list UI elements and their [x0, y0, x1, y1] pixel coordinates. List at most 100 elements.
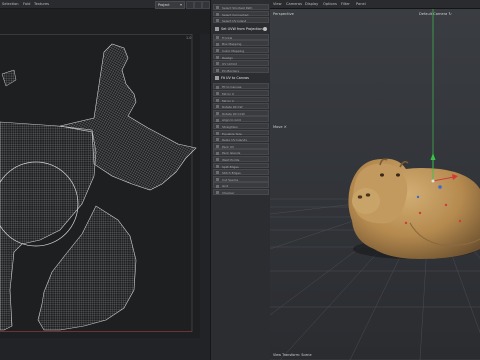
- tool-icon: [216, 164, 219, 168]
- tool-button[interactable]: Align to Grid: [213, 116, 269, 122]
- camera-selector[interactable]: Default Camera ↻: [419, 12, 452, 16]
- tool-button-label: Select UV Island: [222, 19, 247, 24]
- tool-icon: [216, 125, 219, 129]
- tool-button-label: Rotate 90 CCW: [222, 111, 245, 116]
- tool-button[interactable]: Stitch Edges: [213, 169, 269, 175]
- uv-tool-button[interactable]: [202, 1, 210, 9]
- tool-icon: [216, 62, 219, 66]
- tool-button[interactable]: Select Connected: [213, 10, 269, 17]
- uv-canvas[interactable]: 1.0: [0, 34, 200, 338]
- 3d-viewport[interactable]: [270, 9, 480, 360]
- section-icon: [215, 76, 219, 81]
- tool-section[interactable]: Set UVW from Projection: [213, 26, 269, 32]
- viewport-view-name[interactable]: Perspective: [273, 12, 294, 16]
- tool-button-label: Equalize Size: [222, 131, 242, 136]
- tool-icon: [216, 92, 219, 96]
- tool-button[interactable]: Rotate 90 CW: [213, 103, 269, 109]
- tool-icon: [216, 55, 219, 59]
- tool-icon: [216, 42, 219, 46]
- tool-button[interactable]: Weld Points: [213, 156, 269, 162]
- tool-button[interactable]: UV Unfold: [213, 60, 269, 66]
- tool-button-label: Cut Seams: [222, 177, 239, 182]
- tool-icon: [216, 144, 219, 148]
- uv-tool-button[interactable]: [194, 1, 202, 9]
- tool-icon: [216, 105, 219, 109]
- canvas-mode-value: Project: [158, 3, 170, 7]
- menu-display[interactable]: Display: [305, 2, 318, 6]
- menu-textures[interactable]: Textures: [34, 2, 49, 6]
- tool-button-label: Grid: [222, 184, 229, 189]
- tool-button[interactable]: Pack Islands: [213, 149, 269, 155]
- active-tool-label: Move ✕: [273, 125, 287, 129]
- canvas-mode-dropdown[interactable]: Project ▾: [155, 1, 185, 9]
- menu-cameras[interactable]: Cameras: [286, 2, 302, 6]
- tool-button[interactable]: Grid: [213, 182, 269, 188]
- tool-button-label: Pin Borders: [222, 68, 240, 73]
- tool-button-label: Select Connected: [222, 12, 249, 17]
- viewport-menubar: View Cameras Display Options Filter Pane…: [270, 0, 480, 9]
- tool-button[interactable]: Relax UV Islands: [213, 136, 269, 142]
- tool-icon: [216, 184, 219, 188]
- uv-bottom-strip: [0, 338, 210, 360]
- uv-tool-button[interactable]: [186, 1, 194, 9]
- tool-icon: [216, 177, 219, 181]
- z-axis-handle: [438, 185, 442, 189]
- tool-button-label: Weld Points: [222, 158, 240, 162]
- tool-icon: [216, 19, 219, 23]
- tool-icon: [216, 118, 219, 122]
- uv-mesh-islands: 1.0: [0, 34, 197, 332]
- uv-tool-panel: Select Shortest Path Select Connected Sele…: [210, 0, 272, 360]
- tool-button-label: Select Shortest Path: [222, 6, 253, 10]
- tool-button-label: Cubic Mapping: [222, 49, 245, 53]
- tool-button[interactable]: Straighten: [213, 123, 269, 129]
- tool-button-label: Realign: [222, 55, 234, 60]
- tool-button[interactable]: Pack UV: [213, 142, 269, 149]
- tool-button-label: Fit to Canvas: [222, 85, 242, 90]
- menu-filter[interactable]: Filter: [341, 2, 350, 6]
- tool-button[interactable]: Cut Seams: [213, 175, 269, 182]
- view-transform-status: View Transform: Scene: [273, 353, 312, 357]
- tool-button[interactable]: Equalize Size: [213, 129, 269, 136]
- tool-button-label: Align to Grid: [222, 118, 241, 123]
- tool-button[interactable]: Checker: [213, 189, 269, 195]
- tool-icon: [216, 12, 219, 16]
- tool-button-label: Rotate 90 CW: [222, 105, 243, 110]
- tool-button[interactable]: Select Shortest Path: [213, 4, 269, 10]
- tool-icon: [216, 111, 219, 115]
- tool-icon: [216, 98, 219, 102]
- tool-button-label: Box Mapping: [222, 42, 242, 47]
- tool-section[interactable]: Fit UV to Canvas: [213, 75, 269, 81]
- section-icon: [215, 26, 219, 31]
- uv-panel-gutter: [200, 34, 210, 338]
- tool-icon: [216, 131, 219, 135]
- tool-button-label: Frontal: [222, 35, 233, 40]
- tool-button[interactable]: Cubic Mapping: [213, 47, 269, 53]
- tool-button[interactable]: Mirror U: [213, 90, 269, 96]
- tool-button[interactable]: Frontal: [213, 33, 269, 40]
- menu-view[interactable]: View: [273, 2, 282, 6]
- menu-fold[interactable]: Fold: [23, 2, 30, 6]
- viewport-scene: [270, 9, 480, 360]
- tool-button-label: Split Edges: [222, 164, 239, 169]
- tool-button-label: Pack Islands: [222, 151, 241, 156]
- tool-button-label: Straighten: [222, 125, 238, 129]
- menu-selection[interactable]: Selection: [2, 2, 19, 6]
- tool-button[interactable]: Mirror V: [213, 96, 269, 103]
- tool-icon: [216, 85, 219, 89]
- tool-button[interactable]: Pin Borders: [213, 66, 269, 73]
- menu-panel[interactable]: Panel: [356, 2, 366, 6]
- info-icon[interactable]: [263, 26, 267, 31]
- tool-button[interactable]: Fit to Canvas: [213, 83, 269, 89]
- chevron-down-icon: ▾: [179, 2, 182, 7]
- tool-section-label: Fit UV to Canvas: [221, 76, 249, 81]
- tool-button[interactable]: Box Mapping: [213, 40, 269, 46]
- tool-icon: [216, 138, 219, 142]
- tool-button[interactable]: Select UV Island: [213, 17, 269, 23]
- tool-button[interactable]: Rotate 90 CCW: [213, 109, 269, 116]
- tool-icon: [216, 191, 219, 195]
- menu-options[interactable]: Options: [323, 2, 337, 6]
- tool-button[interactable]: Realign: [213, 53, 269, 60]
- tool-icon: [216, 35, 219, 39]
- tool-button-label: Stitch Edges: [222, 171, 241, 176]
- tool-button[interactable]: Split Edges: [213, 162, 269, 169]
